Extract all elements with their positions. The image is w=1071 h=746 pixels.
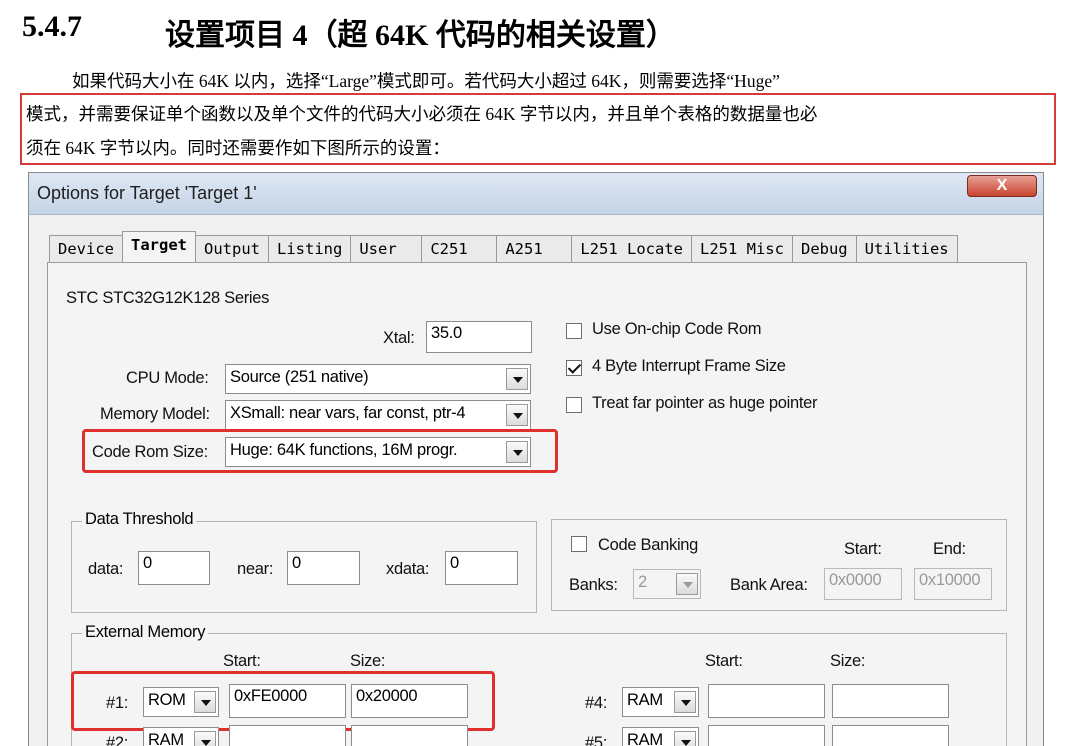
xtal-label: Xtal: <box>383 329 415 347</box>
ext-row4-start-input[interactable] <box>708 684 825 718</box>
ext-row5-start-input[interactable] <box>708 725 825 746</box>
chevron-down-icon[interactable] <box>676 573 698 595</box>
interrupt-frame-checkbox[interactable] <box>566 360 582 376</box>
data-threshold-title: Data Threshold <box>82 510 197 529</box>
dialog-titlebar: Options for Target 'Target 1' X <box>29 173 1043 215</box>
ext-row5-type-select[interactable]: RAM <box>622 727 699 746</box>
tab-output[interactable]: Output <box>195 235 269 263</box>
far-pointer-label: Treat far pointer as huge pointer <box>592 394 818 412</box>
ext-row-label: #4: <box>585 694 608 712</box>
options-dialog: Options for Target 'Target 1' X Device T… <box>28 172 1044 746</box>
tab-strip: Device Target Output Listing User C251 A… <box>49 231 958 263</box>
ext-row4-type-value: RAM <box>627 691 663 709</box>
ext-size-label: Size: <box>350 652 386 670</box>
tab-utilities[interactable]: Utilities <box>855 235 958 263</box>
bank-start-label: Start: <box>844 540 882 558</box>
cpu-mode-value: Source (251 native) <box>230 368 369 386</box>
bank-area-label: Bank Area: <box>730 576 808 594</box>
ext-row2-start-input[interactable] <box>229 725 346 746</box>
onchip-rom-checkbox[interactable] <box>566 323 582 339</box>
near-label: near: <box>237 560 274 578</box>
xtal-input[interactable]: 35.0 <box>426 321 532 353</box>
tab-target[interactable]: Target <box>122 231 196 263</box>
chevron-down-icon[interactable] <box>674 691 696 713</box>
cpu-mode-label: CPU Mode: <box>126 369 209 387</box>
bank-area-start-input[interactable]: 0x0000 <box>824 568 902 600</box>
paragraph-line: 如果代码大小在 64K 以内，选择“Large”模式即可。若代码大小超过 64K… <box>72 71 780 91</box>
far-pointer-checkbox[interactable] <box>566 397 582 413</box>
code-rom-highlight-box <box>82 429 558 473</box>
device-name: STC STC32G12K128 Series <box>66 289 270 307</box>
bank-end-label: End: <box>933 540 966 558</box>
ext-row-label: #5: <box>585 734 608 746</box>
xdata-input[interactable]: 0 <box>445 551 518 585</box>
onchip-rom-label: Use On-chip Code Rom <box>592 320 762 338</box>
tab-debug[interactable]: Debug <box>791 235 857 263</box>
ext-row2-size-input[interactable] <box>351 725 468 746</box>
text-highlight-box <box>20 93 1056 165</box>
memory-model-select[interactable]: XSmall: near vars, far const, ptr-4 <box>225 400 531 430</box>
ext-memory-highlight-box <box>71 671 495 731</box>
ext-start-label: Start: <box>223 652 261 670</box>
dialog-title: Options for Target 'Target 1' <box>37 183 257 203</box>
target-panel: STC STC32G12K128 Series Xtal: 35.0 CPU M… <box>47 262 1027 746</box>
external-memory-title: External Memory <box>82 623 209 642</box>
tab-l251-misc[interactable]: L251 Misc <box>690 235 793 263</box>
data-input[interactable]: 0 <box>138 551 210 585</box>
banks-select[interactable]: 2 <box>633 569 701 599</box>
code-banking-checkbox[interactable] <box>571 536 587 552</box>
section-title: 设置项目 4（超 64K 代码的相关设置） <box>165 19 676 52</box>
code-banking-label: Code Banking <box>598 536 699 554</box>
ext-row4-size-input[interactable] <box>832 684 949 718</box>
tab-l251-locate[interactable]: L251 Locate <box>571 235 692 263</box>
section-number: 5.4.7 <box>22 10 82 43</box>
ext-row-label: #2: <box>106 734 129 746</box>
ext-start-label-right: Start: <box>705 652 743 670</box>
tab-c251[interactable]: C251 <box>421 235 498 263</box>
chevron-down-icon[interactable] <box>194 731 216 746</box>
tab-a251[interactable]: A251 <box>496 235 573 263</box>
ext-row5-size-input[interactable] <box>832 725 949 746</box>
tab-listing[interactable]: Listing <box>268 235 352 263</box>
chevron-down-icon[interactable] <box>506 404 528 426</box>
close-button[interactable]: X <box>967 175 1037 197</box>
ext-size-label-right: Size: <box>830 652 866 670</box>
ext-row2-type-select[interactable]: RAM <box>143 727 219 746</box>
tab-user[interactable]: User <box>350 235 423 263</box>
chevron-down-icon[interactable] <box>506 368 528 390</box>
chevron-down-icon[interactable] <box>674 731 696 746</box>
data-label: data: <box>88 560 124 578</box>
cpu-mode-select[interactable]: Source (251 native) <box>225 364 531 394</box>
banks-label: Banks: <box>569 576 618 594</box>
ext-row5-type-value: RAM <box>627 731 663 746</box>
ext-row4-type-select[interactable]: RAM <box>622 687 699 717</box>
ext-row2-type-value: RAM <box>148 731 184 746</box>
bank-area-end-input[interactable]: 0x10000 <box>914 568 992 600</box>
memory-model-label: Memory Model: <box>100 405 210 423</box>
interrupt-frame-label: 4 Byte Interrupt Frame Size <box>592 357 786 375</box>
tab-device[interactable]: Device <box>49 235 123 263</box>
banks-value: 2 <box>638 573 647 591</box>
near-input[interactable]: 0 <box>287 551 360 585</box>
memory-model-value: XSmall: near vars, far const, ptr-4 <box>230 404 466 422</box>
xdata-label: xdata: <box>386 560 430 578</box>
